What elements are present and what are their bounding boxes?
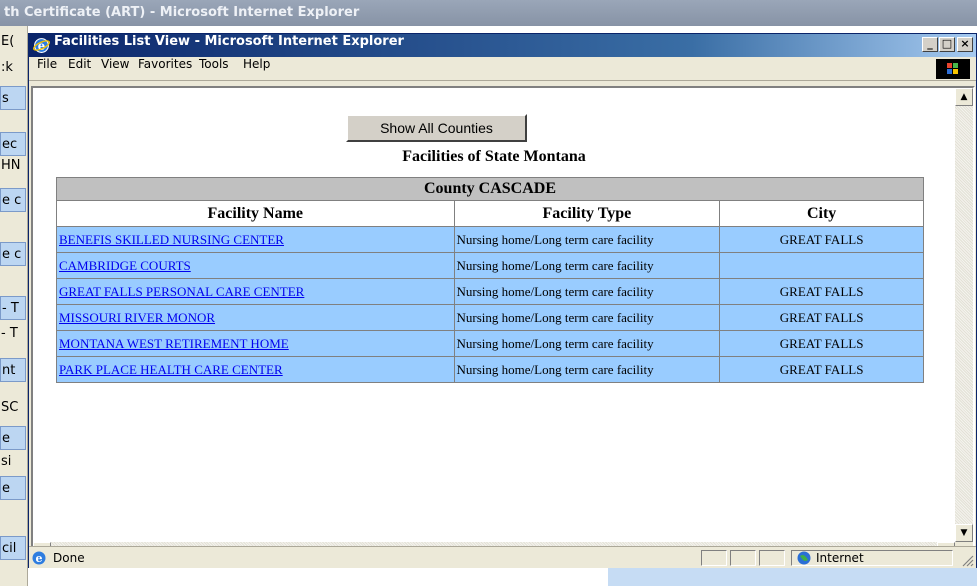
facility-link[interactable]: CAMBRIDGE COURTS [59, 258, 191, 273]
window-titlebar[interactable]: e Facilities List View - Microsoft Inter… [29, 34, 976, 57]
facility-name-cell: GREAT FALLS PERSONAL CARE CENTER [56, 278, 455, 305]
status-pane [730, 550, 756, 566]
table-row: BENEFIS SKILLED NURSING CENTER Nursing h… [56, 226, 924, 253]
menu-file[interactable]: File [37, 57, 57, 71]
column-header-row: Facility Name Facility Type City [56, 200, 924, 227]
county-header: County CASCADE [56, 177, 924, 201]
window-title: Facilities List View - Microsoft Interne… [54, 34, 404, 49]
show-all-counties-button[interactable]: Show All Counties [346, 114, 527, 142]
city-cell: GREAT FALLS [719, 226, 924, 253]
menu-help[interactable]: Help [243, 57, 270, 71]
facility-name-cell: BENEFIS SKILLED NURSING CENTER [56, 226, 455, 253]
table-row: PARK PLACE HEALTH CARE CENTER Nursing ho… [56, 356, 924, 383]
ie-page-icon: e [32, 551, 46, 565]
bg-fragment: si [1, 454, 12, 469]
bg-fragment: E( [1, 34, 15, 49]
bg-fragment[interactable]: e [0, 476, 26, 500]
column-header-facility-type: Facility Type [453, 200, 721, 227]
table-row: CAMBRIDGE COURTS Nursing home/Long term … [56, 252, 924, 279]
ie-icon: e [33, 38, 50, 53]
facility-type-cell: Nursing home/Long term care facility [453, 330, 721, 357]
bg-fragment[interactable]: cil [0, 536, 26, 560]
menu-edit[interactable]: Edit [68, 57, 91, 71]
bg-fragment[interactable]: e c [0, 188, 26, 212]
status-text: Done [53, 551, 85, 565]
facility-type-cell: Nursing home/Long term care facility [453, 356, 721, 383]
background-window-titlebar: th Certificate (ART) - Microsoft Interne… [0, 0, 977, 26]
background-window-edge: E( :k s ec HN e c e c - T - T nt SC e si… [0, 26, 28, 586]
status-pane [701, 550, 727, 566]
svg-text:e: e [36, 552, 43, 565]
facilities-table: County CASCADE Facility Name Facility Ty… [56, 177, 924, 383]
city-cell: GREAT FALLS [719, 330, 924, 357]
facility-type-cell: Nursing home/Long term care facility [453, 252, 721, 279]
page-title: Facilities of State Montana [402, 148, 586, 165]
close-button[interactable]: × [957, 37, 973, 52]
vertical-scrollbar[interactable]: ▲ ▼ [955, 88, 973, 542]
column-header-facility-name: Facility Name [56, 200, 455, 227]
scroll-up-button[interactable]: ▲ [955, 88, 973, 106]
city-cell: GREAT FALLS [719, 278, 924, 305]
bg-fragment: SC [1, 400, 19, 415]
bg-fragment[interactable]: ec [0, 132, 26, 156]
bg-fragment: :k [1, 60, 13, 75]
city-cell: GREAT FALLS [719, 304, 924, 331]
menu-bar: File Edit View Favorites Tools Help [29, 57, 976, 81]
bg-fragment[interactable]: s [0, 86, 26, 110]
table-row: GREAT FALLS PERSONAL CARE CENTER Nursing… [56, 278, 924, 305]
status-bar: e Done Internet [29, 546, 976, 568]
facility-name-cell: CAMBRIDGE COURTS [56, 252, 455, 279]
facilities-window: e Facilities List View - Microsoft Inter… [28, 33, 977, 568]
scroll-down-button[interactable]: ▼ [955, 524, 973, 542]
column-header-city: City [719, 200, 924, 227]
bg-fragment: HN [1, 158, 21, 173]
county-header-row: County CASCADE [56, 177, 924, 201]
menu-tools[interactable]: Tools [199, 57, 229, 71]
bg-fragment: - T [1, 326, 18, 341]
facility-link[interactable]: MISSOURI RIVER MONOR [59, 310, 215, 325]
menu-favorites[interactable]: Favorites [138, 57, 192, 71]
city-cell: GREAT FALLS [719, 356, 924, 383]
table-row: MISSOURI RIVER MONOR Nursing home/Long t… [56, 304, 924, 331]
windows-logo-icon [936, 59, 970, 79]
resize-grip-icon[interactable] [960, 553, 974, 567]
bg-fragment[interactable]: - T [0, 296, 26, 320]
menu-view[interactable]: View [101, 57, 129, 71]
facility-link[interactable]: BENEFIS SKILLED NURSING CENTER [59, 232, 284, 247]
bg-fragment[interactable]: e c [0, 242, 26, 266]
facility-name-cell: PARK PLACE HEALTH CARE CENTER [56, 356, 455, 383]
facility-link[interactable]: MONTANA WEST RETIREMENT HOME [59, 336, 289, 351]
city-cell [719, 252, 924, 279]
background-window-title: th Certificate (ART) - Microsoft Interne… [4, 5, 360, 20]
facility-name-cell: MISSOURI RIVER MONOR [56, 304, 455, 331]
background-window-panel [608, 568, 977, 586]
facility-link[interactable]: PARK PLACE HEALTH CARE CENTER [59, 362, 283, 377]
bg-fragment[interactable]: e [0, 426, 26, 450]
maximize-button[interactable]: □ [939, 37, 955, 52]
facility-name-cell: MONTANA WEST RETIREMENT HOME [56, 330, 455, 357]
facility-type-cell: Nursing home/Long term care facility [453, 278, 721, 305]
security-zone-label: Internet [816, 551, 864, 565]
status-pane [759, 550, 785, 566]
table-row: MONTANA WEST RETIREMENT HOME Nursing hom… [56, 330, 924, 357]
facility-link[interactable]: GREAT FALLS PERSONAL CARE CENTER [59, 284, 304, 299]
bg-fragment[interactable]: nt [0, 358, 26, 382]
page-content: Show All Counties Facilities of State Mo… [31, 86, 975, 562]
globe-icon [797, 551, 811, 565]
minimize-button[interactable]: _ [922, 37, 938, 52]
facility-type-cell: Nursing home/Long term care facility [453, 226, 721, 253]
facility-type-cell: Nursing home/Long term care facility [453, 304, 721, 331]
